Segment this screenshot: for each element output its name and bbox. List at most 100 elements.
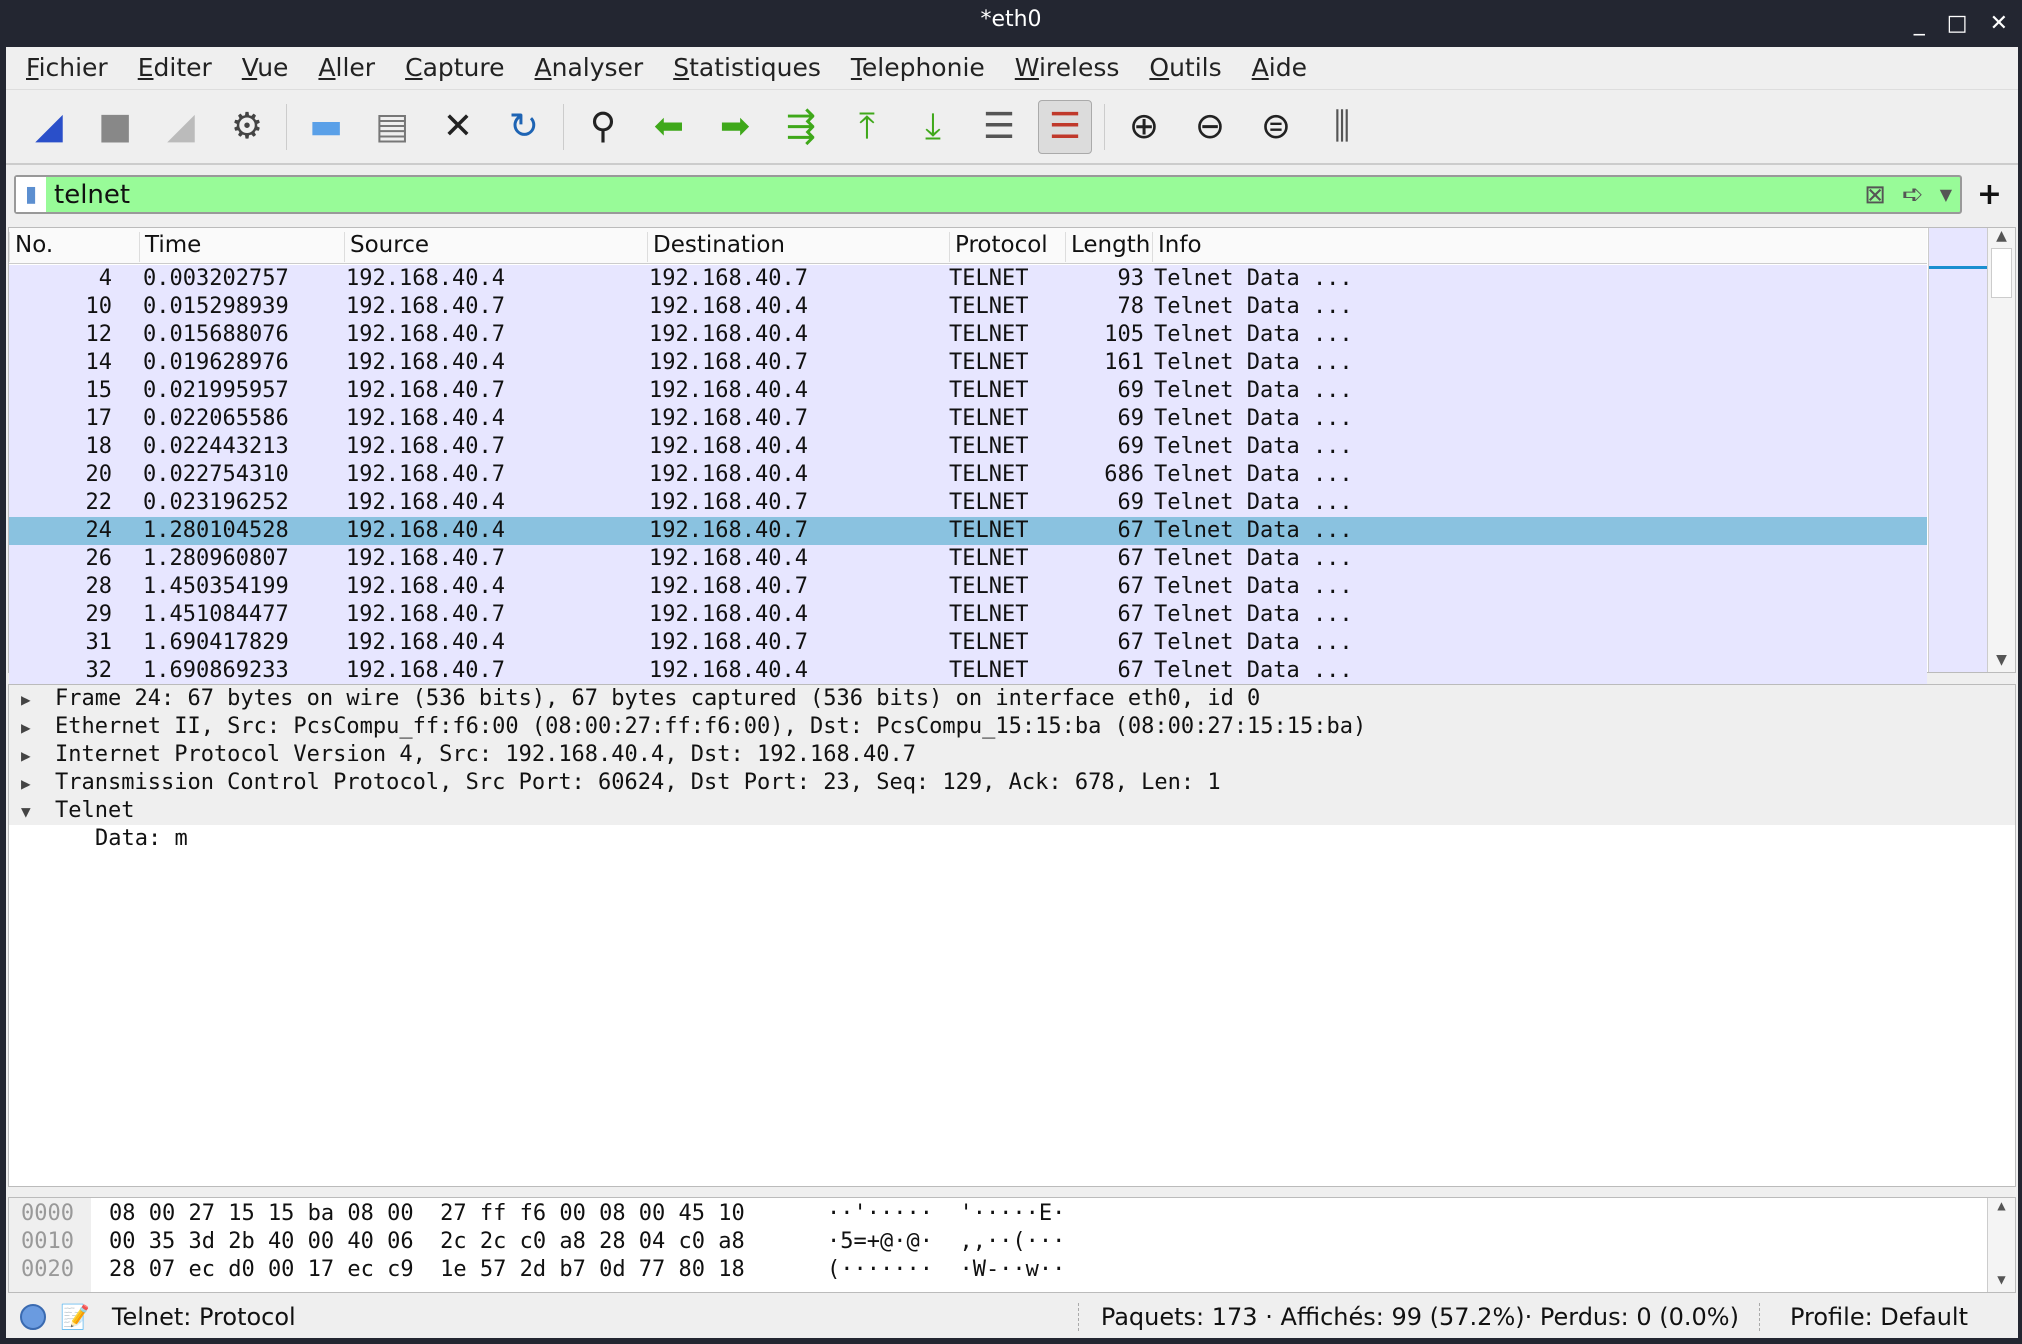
display-filter-input[interactable]: telnet bbox=[46, 180, 1856, 210]
hex-ascii[interactable]: ··'····· '·····E· bbox=[827, 1200, 1065, 1228]
menu-aller[interactable]: Aller bbox=[318, 53, 375, 82]
hex-bytes[interactable]: 28 07 ec d0 00 17 ec c9 1e 57 2d b7 0d 7… bbox=[109, 1256, 745, 1284]
add-filter-button[interactable]: + bbox=[1977, 175, 2002, 214]
packet-row[interactable]: 20 0.022754310 192.168.40.7 192.168.40.4 TEL… bbox=[9, 461, 1927, 489]
packet-row[interactable]: 12 0.015688076 192.168.40.7 192.168.40.4 TEL… bbox=[9, 321, 1927, 349]
wireshark-window: Fichier Editer Vue Aller Capture Analyser Stat… bbox=[6, 47, 2018, 1338]
packet-row[interactable]: 29 1.451084477 192.168.40.7 192.168.40.4 TEL… bbox=[9, 601, 1927, 629]
cell-protocol: TELNET bbox=[949, 350, 1029, 375]
capture-comment-icon[interactable]: 📝 bbox=[60, 1303, 90, 1331]
packet-row[interactable]: 18 0.022443213 192.168.40.7 192.168.40.4 TEL… bbox=[9, 433, 1927, 461]
packet-row[interactable]: 31 1.690417829 192.168.40.4 192.168.40.7 TEL… bbox=[9, 629, 1927, 657]
menu-wireless[interactable]: Wireless bbox=[1015, 53, 1120, 82]
go-back-button[interactable]: ⬅ bbox=[642, 100, 696, 154]
clear-filter-icon[interactable]: ⊠ bbox=[1856, 180, 1894, 210]
colorize-button[interactable]: ☰ bbox=[1038, 99, 1092, 154]
bytes-scrollbar[interactable]: ▲ ▼ bbox=[1987, 1198, 2015, 1292]
hex-bytes[interactable]: 00 35 3d 2b 40 00 40 06 2c 2c c0 a8 28 0… bbox=[109, 1228, 745, 1256]
filter-history-dropdown-icon[interactable]: ▼ bbox=[1932, 185, 1960, 204]
zoom-in-button[interactable]: ⊕ bbox=[1117, 100, 1171, 154]
column-header-protocol[interactable]: Protocol bbox=[949, 232, 1064, 262]
cell-destination: 192.168.40.7 bbox=[649, 518, 808, 543]
packet-row[interactable]: 28 1.450354199 192.168.40.4 192.168.40.7 TEL… bbox=[9, 573, 1927, 601]
column-header-no[interactable]: No. bbox=[9, 232, 139, 262]
detail-row[interactable]: ▶ Ethernet II, Src: PcsCompu_ff:f6:00 (08… bbox=[9, 713, 2015, 741]
cell-time: 1.280960807 bbox=[143, 546, 289, 571]
detail-row[interactable]: ▶ Frame 24: 67 bytes on wire (536 bits), … bbox=[9, 685, 2015, 713]
detail-row[interactable]: ▼ Telnet bbox=[9, 797, 2015, 825]
packet-row[interactable]: 4 0.003202757 192.168.40.4 192.168.40.7 TELN… bbox=[9, 265, 1927, 293]
stop-capture-button[interactable]: ■ bbox=[88, 100, 142, 154]
menu-outils[interactable]: Outils bbox=[1149, 53, 1221, 82]
restart-capture-icon: ◢ bbox=[167, 106, 195, 147]
packet-row[interactable]: 24 1.280104528 192.168.40.4 192.168.40.7 TEL… bbox=[9, 517, 1927, 545]
minimize-button[interactable]: _ bbox=[1914, 4, 1925, 44]
bookmark-icon[interactable]: ▮ bbox=[16, 177, 46, 212]
reload-file-button[interactable]: ↻ bbox=[497, 100, 551, 154]
detail-row[interactable]: ▶ Internet Protocol Version 4, Src: 192.1… bbox=[9, 741, 2015, 769]
status-field-info: Telnet: Protocol bbox=[111, 1303, 296, 1331]
cell-info: Telnet Data ... bbox=[1154, 378, 1353, 403]
expert-info-icon[interactable] bbox=[20, 1304, 46, 1330]
maximize-button[interactable]: □ bbox=[1947, 4, 1968, 44]
go-forward-button[interactable]: ➡ bbox=[708, 100, 762, 154]
last-packet-button[interactable]: ⤓ bbox=[906, 100, 960, 154]
go-to-packet-button[interactable]: ⇶ bbox=[774, 100, 828, 154]
packet-row[interactable]: 26 1.280960807 192.168.40.7 192.168.40.4 TEL… bbox=[9, 545, 1927, 573]
apply-filter-icon[interactable]: ➪ bbox=[1894, 180, 1932, 210]
menu-analyser[interactable]: Analyser bbox=[535, 53, 644, 82]
detail-row[interactable]: ▶ Transmission Control Protocol, Src Port… bbox=[9, 769, 2015, 797]
hex-ascii[interactable]: ·5=+@·@· ,,··(··· bbox=[827, 1228, 1065, 1256]
find-packet-button[interactable]: ⚲ bbox=[576, 100, 630, 154]
cell-protocol: TELNET bbox=[949, 378, 1029, 403]
open-file-button[interactable]: ▬ bbox=[299, 100, 353, 154]
zoom-normal-button[interactable]: ⊜ bbox=[1249, 100, 1303, 154]
menu-fichier[interactable]: Fichier bbox=[26, 53, 108, 82]
cell-info: Telnet Data ... bbox=[1154, 322, 1353, 347]
column-header-source[interactable]: Source bbox=[344, 232, 639, 262]
zoom-out-button[interactable]: ⊖ bbox=[1183, 100, 1237, 154]
menu-vue[interactable]: Vue bbox=[242, 53, 289, 82]
hex-bytes[interactable]: 08 00 27 15 15 ba 08 00 27 ff f6 00 08 0… bbox=[109, 1200, 745, 1228]
start-capture-button[interactable]: ◢ bbox=[22, 100, 76, 154]
cell-source: 192.168.40.7 bbox=[346, 322, 505, 347]
cell-no: 31 bbox=[85, 630, 113, 655]
collapse-arrow-icon[interactable]: ▼ bbox=[21, 798, 55, 826]
expand-arrow-icon[interactable]: ▶ bbox=[21, 770, 55, 798]
expand-arrow-icon[interactable]: ▶ bbox=[21, 686, 55, 714]
colorize-icon: ☰ bbox=[1048, 106, 1082, 147]
capture-options-button[interactable]: ⚙ bbox=[220, 100, 274, 154]
column-header-destination[interactable]: Destination bbox=[647, 232, 939, 262]
hex-ascii[interactable]: (······· ·W-··w·· bbox=[827, 1256, 1065, 1284]
menu-editer[interactable]: Editer bbox=[138, 53, 212, 82]
packet-row[interactable]: 32 1.690869233 192.168.40.7 192.168.40.4 TEL… bbox=[9, 657, 1927, 685]
packet-row[interactable]: 10 0.015298939 192.168.40.7 192.168.40.4 TEL… bbox=[9, 293, 1927, 321]
menu-capture[interactable]: Capture bbox=[405, 53, 504, 82]
column-header-info[interactable]: Info bbox=[1152, 232, 1909, 262]
menu-aide[interactable]: Aide bbox=[1252, 53, 1307, 82]
detail-row[interactable]: Data: m bbox=[9, 825, 2015, 853]
packet-row[interactable]: 22 0.023196252 192.168.40.4 192.168.40.7 TEL… bbox=[9, 489, 1927, 517]
menu-statistiques[interactable]: Statistiques bbox=[673, 53, 821, 82]
menu-telephonie[interactable]: Telephonie bbox=[851, 53, 985, 82]
open-file-icon: ▬ bbox=[308, 106, 343, 147]
column-header-time[interactable]: Time bbox=[139, 232, 339, 262]
packet-row[interactable]: 15 0.021995957 192.168.40.7 192.168.40.4 TEL… bbox=[9, 377, 1927, 405]
packet-row[interactable]: 17 0.022065586 192.168.40.4 192.168.40.7 TEL… bbox=[9, 405, 1927, 433]
save-file-button[interactable]: ▤ bbox=[365, 100, 419, 154]
resize-columns-button[interactable]: ⫼ bbox=[1315, 100, 1369, 154]
profile-selector[interactable]: Profile: Default bbox=[1758, 1303, 1968, 1331]
restart-capture-button[interactable]: ◢ bbox=[154, 100, 208, 154]
packet-row[interactable]: 14 0.019628976 192.168.40.4 192.168.40.7 TEL… bbox=[9, 349, 1927, 377]
expand-arrow-icon[interactable]: ▶ bbox=[21, 714, 55, 742]
close-file-button[interactable]: ✕ bbox=[431, 100, 485, 154]
expand-arrow-icon[interactable]: ▶ bbox=[21, 742, 55, 770]
packet-counts: Paquets: 173 · Affichés: 99 (57.2%)· Per… bbox=[1077, 1303, 1739, 1331]
first-packet-button[interactable]: ⤒ bbox=[840, 100, 894, 154]
packet-minimap[interactable] bbox=[1928, 228, 1988, 672]
close-button[interactable]: ✕ bbox=[1990, 4, 2008, 44]
column-header-length[interactable]: Length bbox=[1065, 232, 1150, 262]
packet-list-scrollbar[interactable]: ▲ ▼ bbox=[1987, 228, 2015, 672]
cell-no: 28 bbox=[85, 574, 113, 599]
autoscroll-button[interactable]: ☰ bbox=[972, 100, 1026, 154]
